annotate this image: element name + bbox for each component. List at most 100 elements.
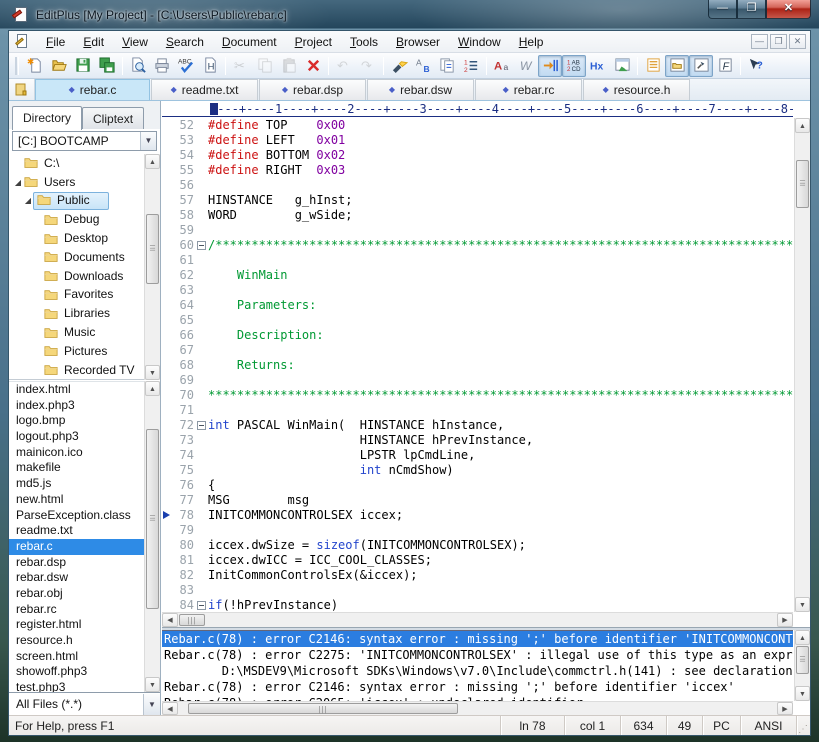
file-item-index-php3[interactable]: index.php3	[9, 398, 160, 414]
code-line-56[interactable]: 56	[162, 178, 793, 193]
code-line-71[interactable]: 71	[162, 403, 793, 418]
code-line-60[interactable]: 60/*************************************…	[162, 238, 793, 253]
tab-readme.txt[interactable]: ◆readme.txt	[151, 79, 258, 100]
chevron-down-icon[interactable]: ▼	[143, 694, 160, 715]
menu-item-window[interactable]: Window	[449, 32, 510, 52]
output-line-1[interactable]: Rebar.c(78) : error C2146: syntax error …	[162, 631, 793, 647]
code-line-52[interactable]: 52#define TOP 0x00	[162, 118, 793, 133]
menu-item-project[interactable]: Project	[286, 32, 341, 52]
code-line-62[interactable]: 62 WinMain	[162, 268, 793, 283]
tab-rebar.dsw[interactable]: ◆rebar.dsw	[367, 79, 474, 100]
scroll-down-icon[interactable]: ▼	[795, 597, 810, 612]
code-line-53[interactable]: 53#define LEFT 0x01	[162, 133, 793, 148]
fold-collapse-icon[interactable]	[197, 421, 206, 430]
delete-button[interactable]	[301, 55, 325, 77]
file-filter-selector[interactable]: All Files (*.*) ▼	[9, 692, 160, 715]
code-line-61[interactable]: 61	[162, 253, 793, 268]
scroll-left-icon[interactable]: ◀	[162, 613, 178, 627]
code-line-77[interactable]: 77MSG msg	[162, 493, 793, 508]
code-line-57[interactable]: 57HINSTANCE g_hInst;	[162, 193, 793, 208]
mdi-minimize-button[interactable]: —	[751, 34, 768, 49]
code-line-64[interactable]: 64 Parameters:	[162, 298, 793, 313]
menu-item-help[interactable]: Help	[510, 32, 553, 52]
tree-item-documents[interactable]: Documents	[9, 248, 160, 267]
file-item-register-html[interactable]: register.html	[9, 617, 160, 633]
open-file-button[interactable]	[47, 55, 71, 77]
code-line-59[interactable]: 59	[162, 223, 793, 238]
scroll-left-icon[interactable]: ◀	[162, 702, 178, 715]
output-line-4[interactable]: Rebar.c(78) : error C2146: syntax error …	[162, 679, 793, 695]
toolbar-grip[interactable]	[15, 57, 19, 75]
save-button[interactable]	[71, 55, 95, 77]
file-item-md5-js[interactable]: md5.js	[9, 476, 160, 492]
tree-scroll-thumb[interactable]	[146, 214, 159, 284]
tree-expand-icon[interactable]: ◢	[13, 178, 23, 187]
code-line-54[interactable]: 54#define BOTTOM 0x02	[162, 148, 793, 163]
file-item-rebar-dsp[interactable]: rebar.dsp	[9, 555, 160, 571]
replace-button[interactable]: AB	[411, 55, 435, 77]
scroll-down-icon[interactable]: ▼	[145, 365, 160, 380]
file-item-screen-html[interactable]: screen.html	[9, 649, 160, 665]
menu-item-edit[interactable]: Edit	[74, 32, 113, 52]
new-file-button[interactable]: ✱	[23, 55, 47, 77]
sort-button[interactable]: 12	[459, 55, 483, 77]
file-scrollbar[interactable]: ▲ ▼	[144, 381, 160, 692]
tree-item-pictures[interactable]: Pictures	[9, 342, 160, 361]
file-item-rebar-rc[interactable]: rebar.rc	[9, 602, 160, 618]
fold-collapse-icon[interactable]	[197, 601, 206, 610]
code-line-67[interactable]: 67	[162, 343, 793, 358]
output-scroll-thumb[interactable]	[796, 646, 809, 674]
context-help-button[interactable]: ?	[744, 55, 768, 77]
show-tabs-button[interactable]	[538, 55, 562, 77]
line-numbers-button[interactable]: 1AB2CD	[562, 55, 586, 77]
menu-item-document[interactable]: Document	[213, 32, 286, 52]
output-hscrollbar[interactable]: ◀ ▶	[162, 701, 793, 715]
mdi-close-button[interactable]: ✕	[789, 34, 806, 49]
file-item-mainicon-ico[interactable]: mainicon.ico	[9, 445, 160, 461]
scroll-up-icon[interactable]: ▲	[795, 630, 810, 645]
code-line-69[interactable]: 69	[162, 373, 793, 388]
file-item-makefile[interactable]: makefile	[9, 460, 160, 476]
code-line-81[interactable]: 81iccex.dwICC = ICC_COOL_CLASSES;	[162, 553, 793, 568]
project-button[interactable]	[9, 79, 35, 100]
tab-rebar.dsp[interactable]: ◆rebar.dsp	[259, 79, 366, 100]
toggle-case-button[interactable]: Aa	[490, 55, 514, 77]
scroll-up-icon[interactable]: ▲	[145, 154, 160, 169]
spell-check-button[interactable]: ABC	[174, 55, 198, 77]
file-item-resource-h[interactable]: resource.h	[9, 633, 160, 649]
output-line-2[interactable]: Rebar.c(78) : error C2275: 'INITCOMMONCO…	[162, 647, 793, 663]
maximize-button[interactable]: ❐	[737, 0, 766, 19]
output-window-button[interactable]	[689, 55, 713, 77]
fold-collapse-icon[interactable]	[197, 241, 206, 250]
hex-view-button[interactable]: Hx	[586, 55, 610, 77]
find-in-files-button[interactable]	[435, 55, 459, 77]
print-preview-button[interactable]	[126, 55, 150, 77]
scroll-right-icon[interactable]: ▶	[777, 613, 793, 627]
editor-hscroll-thumb[interactable]	[179, 614, 205, 626]
minimize-button[interactable]: —	[708, 0, 737, 19]
file-item-test-php3[interactable]: test.php3	[9, 680, 160, 692]
file-item-rebar-dsw[interactable]: rebar.dsw	[9, 570, 160, 586]
scroll-up-icon[interactable]: ▲	[145, 381, 160, 396]
code-line-83[interactable]: 83	[162, 583, 793, 598]
tree-item-music[interactable]: Music	[9, 323, 160, 342]
word-wrap-button[interactable]: W	[514, 55, 538, 77]
tree-item-public[interactable]: ◢Public	[9, 192, 160, 211]
tree-item-libraries[interactable]: Libraries	[9, 304, 160, 323]
mdi-restore-button[interactable]: ❐	[770, 34, 787, 49]
save-all-button[interactable]	[95, 55, 119, 77]
code-line-76[interactable]: 76{	[162, 478, 793, 493]
print-button[interactable]	[150, 55, 174, 77]
tree-item-desktop[interactable]: Desktop	[9, 229, 160, 248]
editor-vscrollbar[interactable]: ▲ ▼	[794, 118, 810, 612]
menu-item-browser[interactable]: Browser	[387, 32, 449, 52]
tree-item-recorded-tv[interactable]: Recorded TV	[9, 361, 160, 380]
menu-item-file[interactable]: File	[37, 32, 74, 52]
file-item-logout-php3[interactable]: logout.php3	[9, 429, 160, 445]
browser-preview-button[interactable]	[610, 55, 634, 77]
scroll-down-icon[interactable]: ▼	[145, 677, 160, 692]
file-item-index-html[interactable]: index.html	[9, 382, 160, 398]
chevron-down-icon[interactable]: ▼	[140, 132, 156, 150]
file-item-rebar-obj[interactable]: rebar.obj	[9, 586, 160, 602]
code-line-58[interactable]: 58WORD g_wSide;	[162, 208, 793, 223]
